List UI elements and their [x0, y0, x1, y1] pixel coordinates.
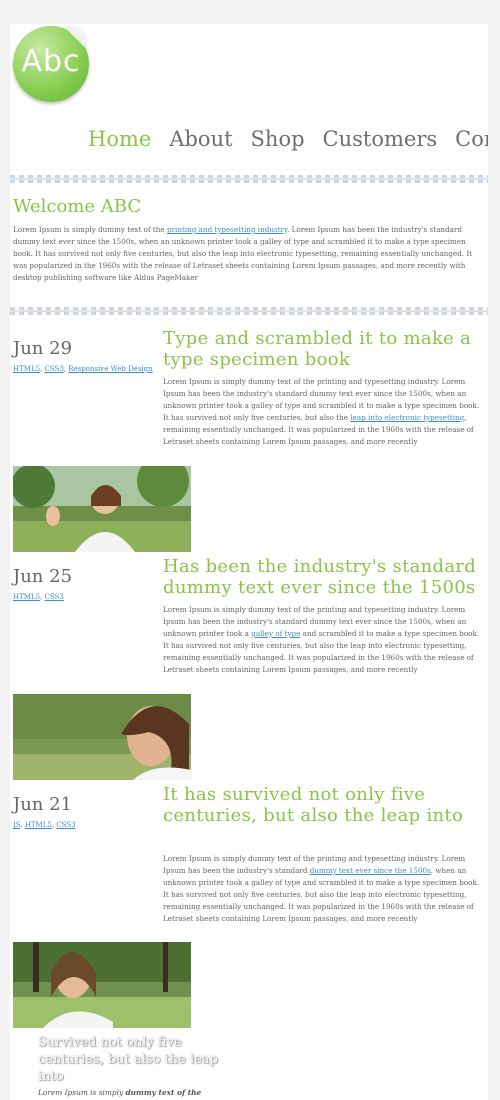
- tag-link[interactable]: HTML5: [13, 365, 40, 373]
- nav-customers[interactable]: Customers: [323, 127, 438, 151]
- post-date: Jun 25: [13, 566, 73, 587]
- divider-top: [10, 175, 488, 183]
- post-title[interactable]: Has been the industry's standard dummy t…: [163, 556, 483, 598]
- welcome-title: Welcome ABC: [13, 196, 142, 217]
- post-title[interactable]: It has survived not only five centuries,…: [163, 784, 483, 826]
- post-date: Jun 21: [13, 794, 73, 815]
- welcome-text: Lorem Ipsum is simply dummy text of the …: [13, 224, 487, 284]
- post-tags: HTML5, CSS3: [13, 593, 64, 601]
- footer-title: Survived not only five centuries, but al…: [38, 1035, 218, 1084]
- logo-text: Abc: [21, 44, 81, 79]
- main-nav: Home About Shop Customers Contact: [88, 127, 488, 151]
- post-tags: JS, HTML5, CSS3: [13, 821, 76, 829]
- page: Abc Home About Shop Customers Contact We…: [10, 24, 488, 1100]
- post-photo[interactable]: [13, 942, 191, 1028]
- post-link[interactable]: leap into electronic typesetting: [350, 413, 464, 422]
- footer-text: Lorem Ipsum is simply dummy text of the: [38, 1088, 201, 1097]
- post-photo[interactable]: [13, 466, 191, 552]
- tag-link[interactable]: JS: [13, 821, 20, 829]
- footer-text-start: Lorem Ipsum is simply: [38, 1088, 126, 1097]
- tag-link[interactable]: CSS3: [45, 365, 64, 373]
- nav-about[interactable]: About: [169, 127, 232, 151]
- tag-link[interactable]: CSS3: [45, 593, 64, 601]
- nav-shop[interactable]: Shop: [251, 127, 305, 151]
- post-link[interactable]: dummy text ever since the 1500s: [310, 866, 431, 875]
- post-date: Jun 29: [13, 338, 73, 359]
- post-tags: HTML5, CSS3, Responsive Web Design: [13, 365, 153, 373]
- logo[interactable]: Abc: [13, 26, 89, 102]
- post-link[interactable]: galley of type: [251, 629, 300, 638]
- nav-contact[interactable]: Contact: [455, 127, 488, 151]
- tag-link[interactable]: CSS3: [56, 821, 75, 829]
- post-text: Lorem Ipsum is simply dummy text of the …: [163, 604, 485, 676]
- post-text: Lorem Ipsum is simply dummy text of the …: [163, 376, 485, 448]
- tag-link[interactable]: Responsive Web Design: [68, 365, 152, 373]
- post-photo[interactable]: [13, 694, 191, 780]
- tag-link[interactable]: HTML5: [13, 593, 40, 601]
- divider-bottom: [10, 307, 488, 315]
- post-text: Lorem Ipsum is simply dummy text of the …: [163, 853, 485, 925]
- post-title[interactable]: Type and scrambled it to make a type spe…: [163, 328, 483, 370]
- tag-link[interactable]: HTML5: [25, 821, 52, 829]
- footer-text-bold: dummy text of the: [125, 1088, 202, 1097]
- welcome-text-start: Lorem Ipsum is simply dummy text of the: [13, 225, 167, 234]
- nav-home[interactable]: Home: [88, 127, 151, 151]
- welcome-link[interactable]: printing and typesetting industry: [167, 225, 287, 234]
